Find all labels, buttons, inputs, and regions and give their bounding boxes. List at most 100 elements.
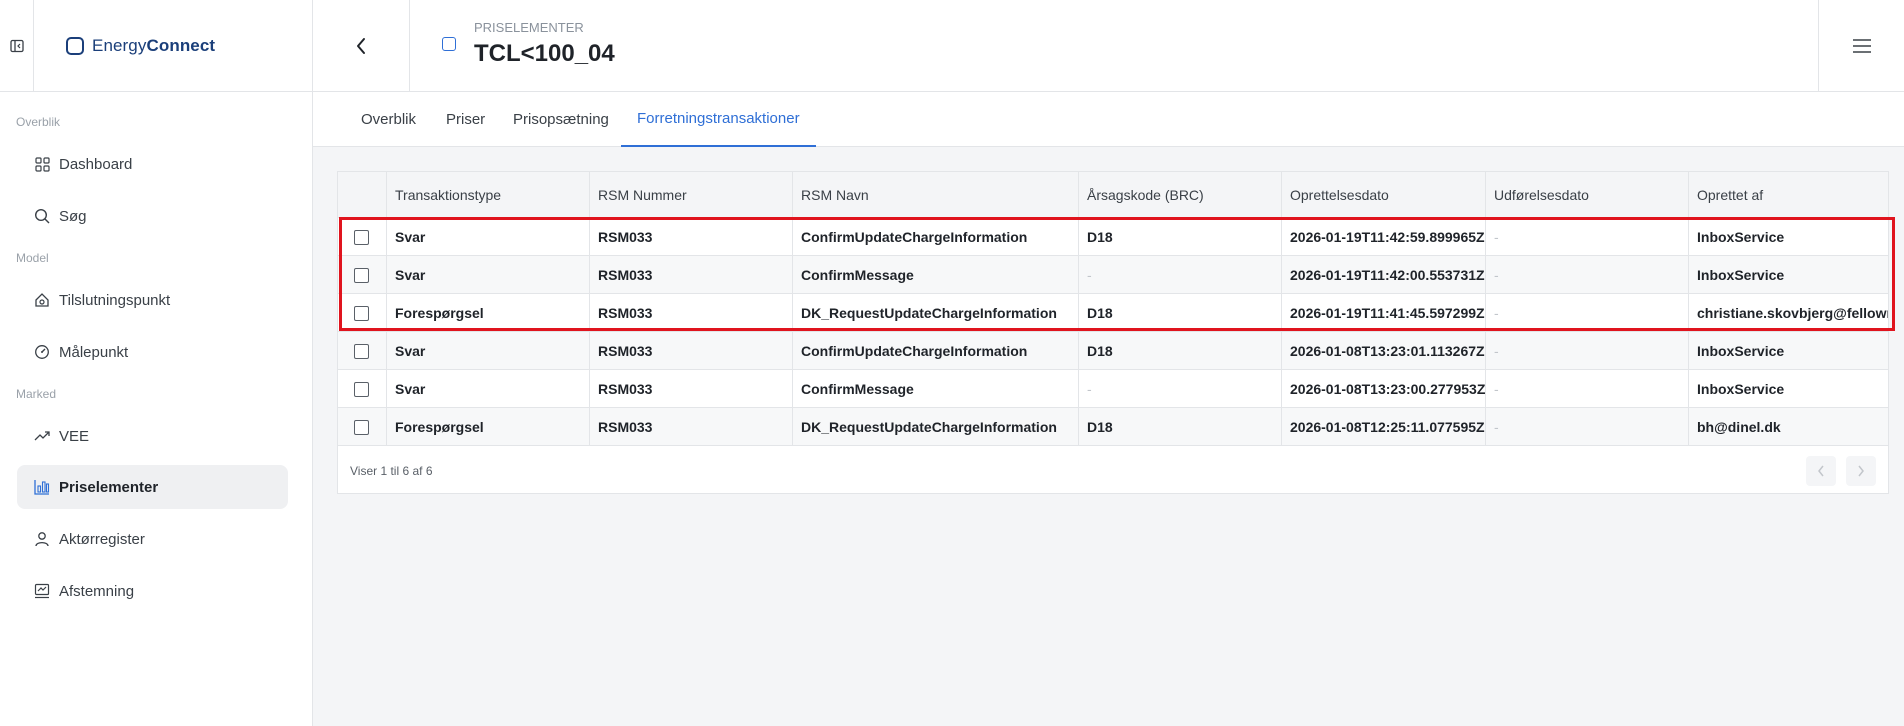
sidebar: Overblik Model Marked Dashboard Søg Tils…: [0, 92, 313, 726]
tab-overblik[interactable]: Overblik: [361, 92, 416, 147]
sidebar-item-label: Afstemning: [59, 582, 135, 600]
table-cell: 2026-01-08T13:23:01.113267Z: [1281, 332, 1485, 370]
column-header-rsm-nummer[interactable]: RSM Nummer: [589, 172, 792, 218]
table-cell: -: [1485, 294, 1688, 332]
table-cell: InboxService: [1688, 370, 1888, 408]
top-bar: EnergyConnect PRISELEMENTER TCL<100_04: [0, 0, 1904, 92]
price-chart-icon: [33, 478, 51, 496]
row-checkbox[interactable]: [354, 420, 369, 435]
row-checkbox[interactable]: [354, 382, 369, 397]
table-cell: RSM033: [589, 408, 792, 446]
row-checkbox[interactable]: [354, 268, 369, 283]
column-header-oprettet-af[interactable]: Oprettet af: [1688, 172, 1888, 218]
table-header: Transaktionstype RSM Nummer RSM Navn Års…: [338, 172, 1888, 218]
table-cell: Svar: [386, 256, 589, 294]
sidebar-item-label: Aktørregister: [59, 530, 145, 548]
sidebar-item-tilslutningspunkt[interactable]: Tilslutningspunkt: [17, 278, 288, 322]
table-cell: InboxService: [1688, 218, 1888, 256]
brand-mark-icon: [66, 37, 84, 55]
table-cell: Svar: [386, 332, 589, 370]
chevron-left-icon: [357, 38, 365, 54]
chevron-left-icon: [1818, 465, 1824, 477]
hamburger-icon: [1852, 39, 1871, 53]
table-cell: 2026-01-19T11:41:45.597299Z: [1281, 294, 1485, 332]
sidebar-item-search[interactable]: Søg: [17, 194, 288, 238]
table-cell: 2026-01-19T11:42:00.553731Z: [1281, 256, 1485, 294]
table-cell: ConfirmUpdateChargeInformation: [792, 218, 1078, 256]
brand-suffix: Connect: [146, 36, 216, 55]
table-cell: christiane.skovbjerg@fellowmi: [1688, 294, 1888, 332]
table-cell: -: [1485, 370, 1688, 408]
row-checkbox[interactable]: [354, 344, 369, 359]
sidebar-item-priselementer[interactable]: Priselementer: [17, 465, 288, 509]
sidebar-item-maalepunkt[interactable]: Målepunkt: [17, 330, 288, 374]
table-cell: D18: [1078, 218, 1281, 256]
column-header-aarsagskode[interactable]: Årsagskode (BRC): [1078, 172, 1281, 218]
tab-forretningstransaktioner[interactable]: Forretningstransaktioner: [621, 92, 816, 147]
sidebar-item-label: VEE: [59, 427, 90, 445]
table-cell: InboxService: [1688, 332, 1888, 370]
column-header-oprettelsesdato[interactable]: Oprettelsesdato: [1281, 172, 1485, 218]
sidebar-item-label: Søg: [59, 207, 87, 225]
sidebar-item-label: Dashboard: [59, 155, 133, 173]
table-cell: Svar: [386, 218, 589, 256]
pagination-summary: Viser 1 til 6 af 6: [350, 464, 433, 478]
sidebar-item-dashboard[interactable]: Dashboard: [17, 142, 288, 186]
user-icon: [33, 530, 51, 548]
back-button[interactable]: [313, 0, 410, 92]
table-row[interactable]: Svar RSM033 ConfirmUpdateChargeInformation…: [338, 218, 1888, 256]
table-cell: RSM033: [589, 332, 792, 370]
column-header-udfoerelsesdato[interactable]: Udførelsesdato: [1485, 172, 1688, 218]
table-cell: D18: [1078, 408, 1281, 446]
page-title: TCL<100_04: [474, 40, 615, 67]
table-cell: Svar: [386, 370, 589, 408]
column-header-rsm-navn[interactable]: RSM Navn: [792, 172, 1078, 218]
previous-page-button[interactable]: [1806, 456, 1836, 486]
sidebar-section-marked: Marked: [16, 387, 57, 401]
table-cell: D18: [1078, 294, 1281, 332]
table-cell: Forespørgsel: [386, 408, 589, 446]
brand-logo[interactable]: EnergyConnect: [34, 0, 313, 92]
table-row[interactable]: Svar RSM033 ConfirmMessage -2026-01-08T13:2…: [338, 370, 1888, 408]
table-cell: ConfirmMessage: [792, 256, 1078, 294]
table-cell: RSM033: [589, 370, 792, 408]
column-header-transaktionstype[interactable]: Transaktionstype: [386, 172, 589, 218]
table-row[interactable]: Forespørgsel RSM033 DK_RequestUpdateCharge…: [338, 408, 1888, 446]
transactions-table: Transaktionstype RSM Nummer RSM Navn Års…: [337, 171, 1889, 494]
app-root: EnergyConnect PRISELEMENTER TCL<100_04 O…: [0, 0, 1904, 726]
table-cell: RSM033: [589, 218, 792, 256]
table-cell: 2026-01-19T11:42:59.899965Z: [1281, 218, 1485, 256]
table-cell: RSM033: [589, 256, 792, 294]
tab-priser[interactable]: Priser: [446, 92, 485, 147]
tab-prisopsaetning[interactable]: Prisopsætning: [513, 92, 609, 147]
trend-icon: [33, 427, 51, 445]
brand-prefix: Energy: [92, 36, 147, 55]
search-icon: [33, 207, 51, 225]
sidebar-section-overblik: Overblik: [16, 115, 61, 129]
sidebar-collapse-icon: [9, 39, 24, 53]
sidebar-item-afstemning[interactable]: Afstemning: [17, 569, 288, 613]
sidebar-section-model: Model: [16, 251, 49, 265]
sidebar-item-label: Priselementer: [59, 478, 159, 496]
sidebar-toggle-button[interactable]: [0, 0, 34, 92]
table-row[interactable]: Svar RSM033 ConfirmMessage -2026-01-19T11:4…: [338, 256, 1888, 294]
sidebar-item-vee[interactable]: VEE: [17, 414, 288, 458]
table-cell: 2026-01-08T12:25:11.077595Z: [1281, 408, 1485, 446]
table-row[interactable]: Svar RSM033 ConfirmUpdateChargeInformation…: [338, 332, 1888, 370]
table-cell: -: [1485, 408, 1688, 446]
table-cell: -: [1485, 332, 1688, 370]
table-cell: Forespørgsel: [386, 294, 589, 332]
table-cell: DK_RequestUpdateChargeInformation: [792, 408, 1078, 446]
menu-button[interactable]: [1818, 0, 1904, 92]
table-cell: InboxService: [1688, 256, 1888, 294]
next-page-button[interactable]: [1846, 456, 1876, 486]
row-checkbox[interactable]: [354, 306, 369, 321]
table-cell: RSM033: [589, 294, 792, 332]
price-element-icon: [442, 37, 456, 51]
table-row[interactable]: Forespørgsel RSM033 DK_RequestUpdateCharge…: [338, 294, 1888, 332]
table-cell: -: [1485, 218, 1688, 256]
table-cell: -: [1485, 256, 1688, 294]
table-cell: -: [1078, 370, 1281, 408]
sidebar-item-aktoerregister[interactable]: Aktørregister: [17, 517, 288, 561]
row-checkbox[interactable]: [354, 230, 369, 245]
